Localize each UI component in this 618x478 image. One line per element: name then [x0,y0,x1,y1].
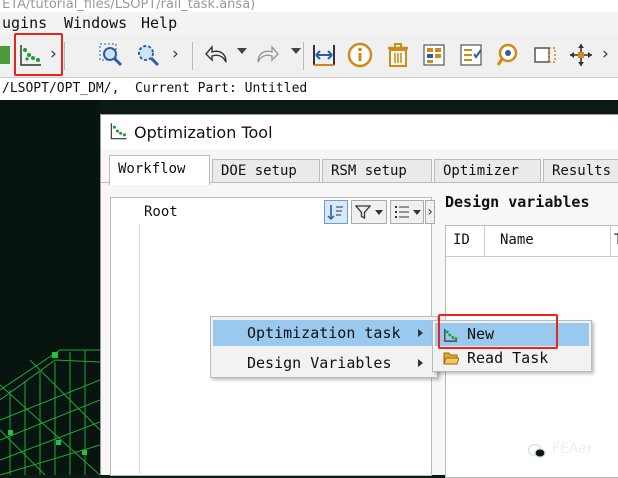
dialog-title-bar[interactable]: Optimization Tool [101,115,618,149]
undo-button[interactable] [202,40,232,70]
menu-item-read-task[interactable]: Read Task [435,347,589,370]
redo-button[interactable] [252,40,282,70]
list-view-icon [394,206,409,218]
zoom-box-button[interactable] [96,40,126,70]
redo-icon [257,45,279,63]
wechat-icon [528,443,546,458]
table-header: ID Name T [446,226,618,257]
measure-icon [313,45,335,66]
submenu-arrow-icon [418,329,423,337]
model-mesh-graphic [0,349,100,475]
info-button[interactable] [345,40,375,70]
menu-windows[interactable]: Windows [64,14,127,32]
filter-dropdown-icon [375,209,383,215]
menu-help[interactable]: Help [141,14,177,32]
tab-optimizer[interactable]: Optimizer [434,159,541,183]
menu-item-label: Design Variables [247,354,392,372]
window-layout-button[interactable] [530,40,560,70]
dialog-tabs: Workflow DOE setup RSM setup Optimizer R… [101,155,618,185]
column-header-id[interactable]: ID [453,232,470,248]
zoom-box-icon [99,43,123,67]
design-variables-title: Design variables [445,193,590,211]
tree-root-node[interactable]: Root [144,204,178,220]
tab-workflow[interactable]: Workflow [109,155,210,185]
submenu-arrow-icon [418,359,423,367]
move-icon [570,44,592,66]
tab-doe-setup[interactable]: DOE setup [212,159,320,183]
sort-icon [327,205,343,221]
window-layout-icon [534,47,556,63]
view-options-dropdown-icon [412,209,421,215]
3d-viewport[interactable] [0,100,100,475]
highlight-box-toolbar [14,33,63,76]
search-icon [496,43,518,66]
window-title: ETA/tutorial_files/LSOPT/rail_task.ansa) [0,0,618,12]
filter-icon [355,205,371,220]
tab-rsm-setup[interactable]: RSM setup [322,159,432,183]
watermark-text: FEAer [552,441,593,457]
undo-dropdown-icon[interactable] [237,48,247,54]
search-button[interactable] [494,40,524,70]
watermark: FEAer [528,440,614,464]
zoom-icon [138,45,160,67]
column-header-type[interactable]: T [614,232,618,248]
sort-button[interactable] [324,200,348,224]
menu-plugins[interactable]: ugins [2,14,47,32]
toolbar-more-chevron-icon-2[interactable]: › [172,44,179,64]
dialog-title: Optimization Tool [134,123,273,142]
properties-icon [423,44,445,66]
highlight-box-new [438,314,558,349]
move-button[interactable] [566,40,596,70]
menu-item-label: Optimization task [247,324,401,342]
menu-item-label: Read Task [467,349,549,367]
toolbar-more-chevron-icon-3[interactable]: › [602,44,609,64]
info-icon [347,42,373,68]
view-options-button[interactable] [390,200,424,224]
checklist-icon [460,44,482,66]
folder-open-icon [443,352,459,365]
delete-button[interactable] [383,40,413,70]
menu-item-design-variables[interactable]: Design Variables [213,350,435,376]
optimization-tool-dialog: Optimization Tool Workflow DOE setup RSM… [100,114,618,478]
context-menu: Optimization task Design Variables [210,316,438,378]
column-header-name[interactable]: Name [500,232,534,248]
properties-button[interactable] [419,40,449,70]
toolbar: › › › [0,34,618,78]
tree-toolbar-more-chevron-icon[interactable]: › [425,200,435,224]
measure-button[interactable] [309,40,339,70]
trash-icon [388,43,408,67]
current-path-status: /LSOPT/OPT_DM/, Current Part: Untitled [0,78,618,100]
menu-item-optimization-task[interactable]: Optimization task [213,320,435,346]
filter-button[interactable] [351,200,387,224]
checklist-button[interactable] [456,40,486,70]
redo-dropdown-icon[interactable] [291,48,301,54]
tab-results[interactable]: Results [543,159,618,183]
menu-bar: ugins Windows Help [0,12,618,34]
optimization-tool-icon [110,123,127,140]
zoom-button[interactable] [133,40,163,70]
undo-icon [205,45,227,63]
